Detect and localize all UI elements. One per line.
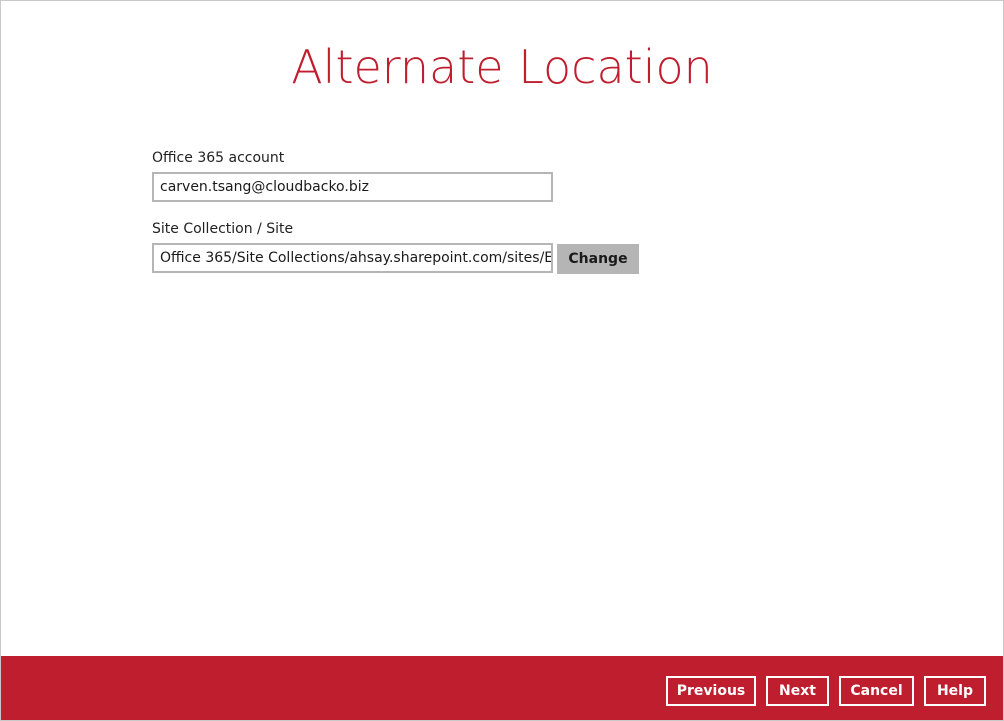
site-collection-input[interactable]: Office 365/Site Collections/ahsay.sharep… <box>152 243 553 273</box>
page-title: Alternate Location <box>291 40 713 94</box>
help-button[interactable]: Help <box>924 676 986 706</box>
change-button[interactable]: Change <box>557 244 639 274</box>
office-365-account-input[interactable]: carven.tsang@cloudbacko.biz <box>152 172 553 202</box>
footer-bar: Previous Next Cancel Help <box>1 656 1003 720</box>
next-button[interactable]: Next <box>766 676 829 706</box>
previous-button[interactable]: Previous <box>666 676 756 706</box>
cancel-button[interactable]: Cancel <box>839 676 914 706</box>
office-365-account-label: Office 365 account <box>152 150 285 166</box>
site-collection-label: Site Collection / Site <box>152 221 294 237</box>
dialog-window: Alternate Location Office 365 account ca… <box>0 0 1004 721</box>
